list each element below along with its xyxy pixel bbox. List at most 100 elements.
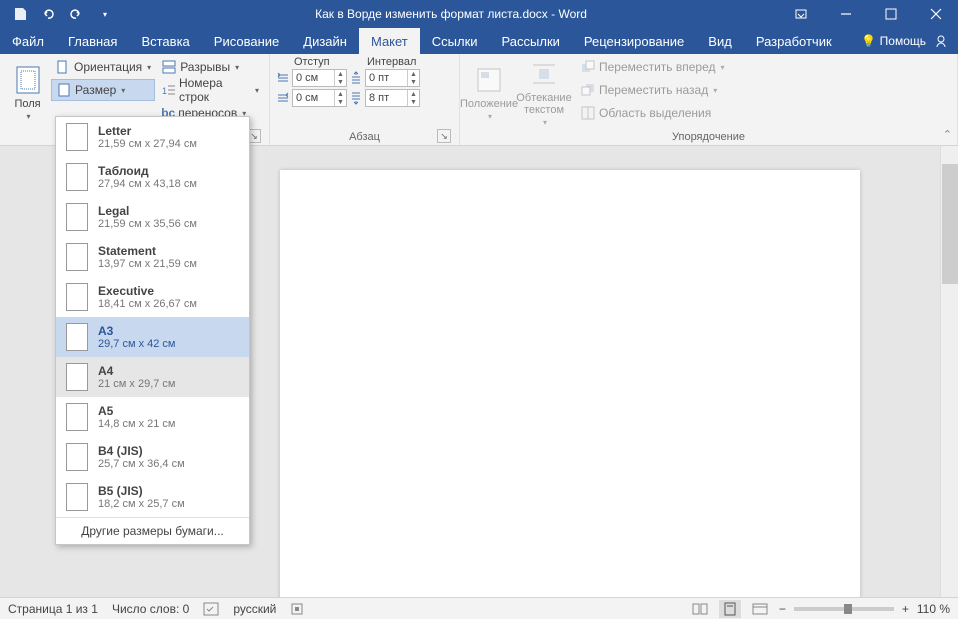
size-option-b5-jis-[interactable]: B5 (JIS)18,2 см x 25,7 см	[56, 477, 249, 517]
ribbon-tabs: Файл Главная Вставка Рисование Дизайн Ма…	[0, 28, 958, 54]
tab-layout[interactable]: Макет	[359, 28, 420, 54]
view-print[interactable]	[719, 600, 741, 618]
size-dimensions: 29,7 см x 42 см	[98, 338, 176, 350]
size-name: B5 (JIS)	[98, 484, 185, 498]
close-button[interactable]	[913, 0, 958, 28]
title-bar: ▾ Как в Ворде изменить формат листа.docx…	[0, 0, 958, 28]
page-size-icon	[66, 443, 88, 471]
page-size-icon	[66, 123, 88, 151]
help-area: 💡 Помощь	[861, 28, 958, 54]
line-numbers-button[interactable]: 1 Номера строк▾	[157, 79, 263, 101]
tab-design[interactable]: Дизайн	[291, 28, 359, 54]
ribbon-options-button[interactable]	[778, 0, 823, 28]
breaks-button[interactable]: Разрывы▾	[157, 56, 263, 78]
size-option-executive[interactable]: Executive18,41 см x 26,67 см	[56, 277, 249, 317]
size-dimensions: 18,41 см x 26,67 см	[98, 298, 197, 310]
tab-references[interactable]: Ссылки	[420, 28, 490, 54]
quick-access-toolbar: ▾	[0, 2, 124, 26]
spacing-after[interactable]: 8 пт▲▼	[349, 88, 420, 108]
tab-developer[interactable]: Разработчик	[744, 28, 844, 54]
tab-mailings[interactable]: Рассылки	[490, 28, 572, 54]
maximize-icon	[885, 8, 897, 20]
group-paragraph: Отступ 0 см▲▼ 0 см▲▼ Интервал 0 пт▲▼	[270, 54, 460, 145]
page-canvas[interactable]	[280, 170, 860, 597]
size-button[interactable]: Размер▾	[51, 79, 155, 101]
margins-button[interactable]: Поля▾	[6, 56, 49, 129]
size-option-a5[interactable]: A514,8 см x 21 см	[56, 397, 249, 437]
bring-forward-button[interactable]: Переместить вперед▾	[576, 56, 729, 78]
spacing-before-icon	[349, 71, 363, 85]
page-size-icon	[66, 363, 88, 391]
size-option-statement[interactable]: Statement13,97 см x 21,59 см	[56, 237, 249, 277]
status-page[interactable]: Страница 1 из 1	[8, 602, 98, 616]
size-name: A4	[98, 364, 176, 378]
tab-insert[interactable]: Вставка	[129, 28, 201, 54]
zoom-out[interactable]: −	[779, 602, 786, 616]
status-language[interactable]: русский	[233, 602, 276, 616]
redo-icon	[69, 7, 83, 21]
tab-draw[interactable]: Рисование	[202, 28, 291, 54]
position-icon	[474, 65, 504, 95]
tab-review[interactable]: Рецензирование	[572, 28, 696, 54]
share-button[interactable]	[934, 34, 948, 48]
zoom-in[interactable]: +	[902, 602, 909, 616]
size-name: Таблоид	[98, 164, 197, 178]
status-macro[interactable]	[290, 602, 304, 616]
send-backward-button[interactable]: Переместить назад▾	[576, 79, 729, 101]
backward-icon	[580, 82, 596, 98]
size-option-legal[interactable]: Legal21,59 см x 35,56 см	[56, 197, 249, 237]
size-option-letter[interactable]: Letter21,59 см x 27,94 см	[56, 117, 249, 157]
position-button[interactable]: Положение▾	[466, 56, 512, 129]
page-size-icon	[66, 483, 88, 511]
size-dimensions: 27,94 см x 43,18 см	[98, 178, 197, 190]
tab-view[interactable]: Вид	[696, 28, 744, 54]
indent-left[interactable]: 0 см▲▼	[276, 68, 347, 88]
wrap-text-button[interactable]: Обтекание текстом▾	[514, 56, 574, 129]
redo-button[interactable]	[64, 2, 88, 26]
status-bar: Страница 1 из 1 Число слов: 0 русский − …	[0, 597, 958, 619]
tab-home[interactable]: Главная	[56, 28, 129, 54]
zoom-thumb[interactable]	[844, 604, 852, 614]
size-dimensions: 25,7 см x 36,4 см	[98, 458, 185, 470]
indent-right[interactable]: 0 см▲▼	[276, 88, 347, 108]
view-read[interactable]	[689, 600, 711, 618]
size-option--[interactable]: Таблоид27,94 см x 43,18 см	[56, 157, 249, 197]
web-icon	[752, 602, 768, 616]
tell-me[interactable]: 💡 Помощь	[861, 34, 926, 48]
zoom-level[interactable]: 110 %	[917, 602, 950, 616]
collapse-ribbon[interactable]: ⌃	[943, 128, 952, 141]
view-web[interactable]	[749, 600, 771, 618]
size-option-a4[interactable]: A421 см x 29,7 см	[56, 357, 249, 397]
group-label-paragraph: Абзац↘	[276, 129, 453, 145]
orientation-button[interactable]: Ориентация▾	[51, 56, 155, 78]
save-button[interactable]	[8, 2, 32, 26]
spacing-before[interactable]: 0 пт▲▼	[349, 68, 420, 88]
undo-button[interactable]	[36, 2, 60, 26]
qat-customize[interactable]: ▾	[92, 2, 116, 26]
size-name: Legal	[98, 204, 197, 218]
page-size-icon	[66, 283, 88, 311]
scroll-thumb[interactable]	[942, 164, 958, 284]
page-size-icon	[66, 323, 88, 351]
status-words[interactable]: Число слов: 0	[112, 602, 189, 616]
selection-pane-button[interactable]: Область выделения	[576, 102, 729, 124]
window-controls	[778, 0, 958, 28]
maximize-button[interactable]	[868, 0, 913, 28]
size-option-b4-jis-[interactable]: B4 (JIS)25,7 см x 36,4 см	[56, 437, 249, 477]
size-name: Statement	[98, 244, 197, 258]
minimize-button[interactable]	[823, 0, 868, 28]
share-icon	[934, 34, 948, 48]
zoom-slider[interactable]	[794, 607, 894, 611]
print-layout-icon	[722, 602, 738, 616]
tab-file[interactable]: Файл	[0, 28, 56, 54]
selection-icon	[580, 105, 596, 121]
indent-left-icon	[276, 71, 290, 85]
paragraph-launcher[interactable]: ↘	[437, 129, 451, 143]
size-option-a3[interactable]: A329,7 см x 42 см	[56, 317, 249, 357]
status-proof[interactable]	[203, 602, 219, 616]
size-dimensions: 18,2 см x 25,7 см	[98, 498, 185, 510]
size-name: A5	[98, 404, 176, 418]
more-paper-sizes[interactable]: Другие размеры бумаги...	[56, 518, 249, 544]
vertical-scrollbar[interactable]	[940, 146, 958, 597]
group-label-arrange: Упорядочение	[466, 129, 951, 145]
